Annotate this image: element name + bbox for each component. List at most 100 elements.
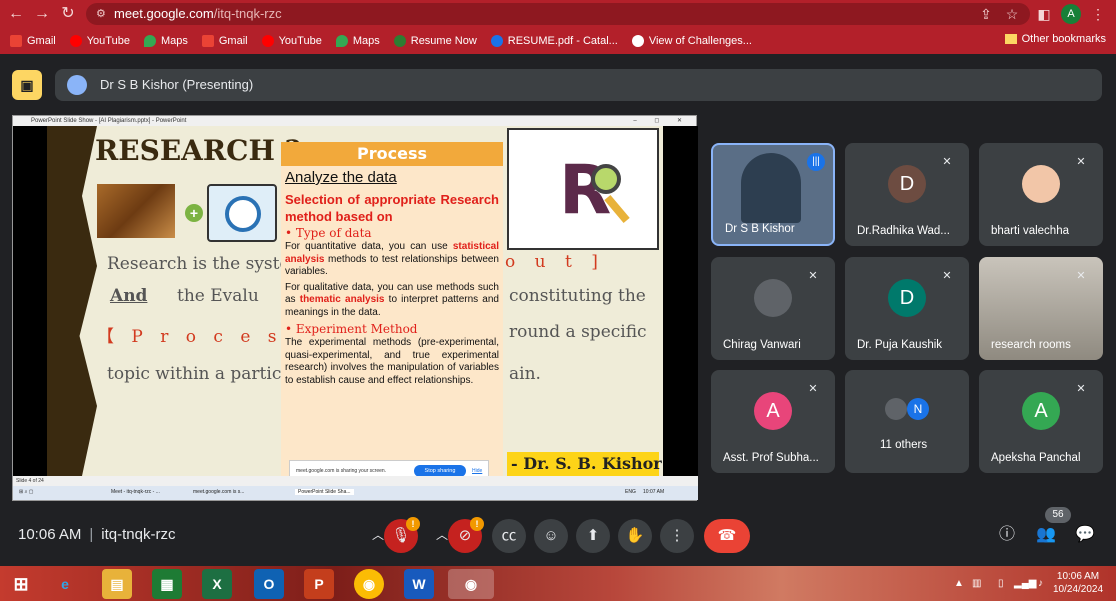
captions-button[interactable]: ㏄ (492, 519, 526, 553)
pdf-icon (490, 35, 503, 47)
reactions-button[interactable]: ☺ (534, 519, 568, 553)
leave-call-button[interactable]: ☎ (704, 519, 750, 553)
bookmark-item[interactable]: Resume Now (393, 35, 477, 47)
slide-author: - Dr. S. B. Kishor (507, 452, 662, 476)
bookmark-item[interactable]: Gmail (10, 35, 56, 47)
mic-off-icon: ✕ (808, 270, 818, 282)
sidebar-icon[interactable]: ◧ (1034, 4, 1054, 24)
shared-lang: ENG (625, 489, 636, 495)
clock-image (207, 184, 277, 242)
ppt-title-bar: PowerPoint Slide Show - [AI Plagiarism.p… (13, 116, 696, 126)
powerpoint-icon[interactable]: P (304, 569, 334, 599)
share-icon[interactable]: ⇪ (976, 4, 996, 24)
slide-heading: RESEARCH ? (95, 134, 302, 167)
audio-options-chevron-icon[interactable]: ︿ (372, 526, 384, 543)
bookmark-star-icon[interactable]: ☆ (1002, 4, 1022, 24)
network-icon[interactable]: ▥ (972, 578, 981, 589)
present-button[interactable]: ⬆ (576, 519, 610, 553)
other-bookmarks[interactable]: Other bookmarks (1004, 33, 1106, 45)
participant-tile[interactable]: ✕ bharti valechha (979, 143, 1103, 246)
start-icon: ⊞ ⌕ ▢ (19, 489, 34, 495)
bookmark-label: Gmail (27, 35, 56, 47)
stop-sharing-button[interactable]: Stop sharing (414, 465, 466, 476)
windows-taskbar: ⊞ e ▤ ▦ X O P ◉ W ◉ ▲ ▥ ▯ ▂▄▆ ♪ 10:06 AM… (0, 566, 1116, 601)
signal-icon[interactable]: ▂▄▆ (1014, 578, 1036, 589)
volume-icon[interactable]: ♪ (1038, 578, 1043, 589)
participant-avatar: A (1022, 392, 1060, 430)
people-icon[interactable]: 👥 (1035, 524, 1057, 546)
participant-tile[interactable]: ✕ research rooms (979, 257, 1103, 360)
meeting-info: 10:06 AM | itq-tnqk-rzc (18, 526, 175, 543)
meeting-code: itq-tnqk-rzc (101, 526, 176, 543)
system-clock[interactable]: 10:06 AM 10/24/2024 (1053, 570, 1103, 596)
chrome-icon[interactable]: ◉ (354, 569, 384, 599)
bookmark-item[interactable]: RESUME.pdf - Catal... (490, 35, 618, 47)
file-explorer-icon[interactable]: ▤ (102, 569, 132, 599)
store-icon[interactable]: ▦ (152, 569, 182, 599)
research-logo: R (507, 128, 659, 250)
word-icon[interactable]: W (404, 569, 434, 599)
excel-icon[interactable]: X (202, 569, 232, 599)
presenter-bar: Dr S B Kishor (Presenting) (55, 69, 1102, 101)
reload-icon[interactable]: ↻ (58, 4, 78, 24)
bg-text-and: And (110, 286, 148, 306)
chrome-active-icon[interactable]: ◉ (448, 569, 494, 599)
raise-hand-button[interactable]: ✋ (618, 519, 652, 553)
bookmark-item[interactable]: Maps (335, 35, 380, 47)
more-options-button[interactable]: ⋮ (660, 519, 694, 553)
participant-tile[interactable]: ✕ A Apeksha Panchal (979, 370, 1103, 473)
windows-start-icon[interactable]: ⊞ (6, 569, 36, 599)
mic-off-icon: ✕ (1076, 156, 1086, 168)
forward-icon[interactable]: → (32, 4, 52, 24)
bookmark-label: RESUME.pdf - Catal... (507, 35, 618, 47)
bookmark-item[interactable]: YouTube (261, 35, 322, 47)
participant-photo (754, 279, 792, 317)
present-icon: ⬆ (586, 527, 600, 544)
clock-date: 10/24/2024 (1053, 584, 1104, 595)
participant-tile[interactable]: ||| Dr S B Kishor (711, 143, 835, 246)
bookmark-item[interactable]: YouTube (69, 35, 130, 47)
mic-off-icon: ✕ (942, 156, 952, 168)
participant-name: Dr S B Kishor (725, 223, 795, 235)
presenter-avatar (67, 75, 87, 95)
mic-off-icon: ✕ (1076, 383, 1086, 395)
plus-icon: + (185, 204, 203, 222)
sharing-message: meet.google.com is sharing your screen. (296, 468, 387, 474)
sharing-notification: meet.google.com is sharing your screen. … (289, 460, 489, 476)
bg-text-line1: Research is the syste (107, 254, 290, 274)
participant-tile[interactable]: ✕ D Dr. Puja Kaushik (845, 257, 969, 360)
bg-text-line1-red: o u t ] (505, 252, 605, 272)
bookmark-item[interactable]: Maps (143, 35, 188, 47)
chat-icon[interactable]: 💬 (1074, 524, 1096, 546)
others-tile[interactable]: N 11 others (845, 370, 969, 473)
globe-icon (631, 35, 644, 47)
battery-icon[interactable]: ▯ (998, 578, 1004, 589)
bullet-type-of-data: • Type of data (285, 226, 372, 240)
participant-tile[interactable]: ✕ A Asst. Prof Subha... (711, 370, 835, 473)
info-icon[interactable]: ⓘ (996, 524, 1018, 546)
maps-icon (143, 35, 156, 47)
video-options-chevron-icon[interactable]: ︿ (436, 526, 448, 543)
tray-chevron-icon[interactable]: ▲ (954, 578, 964, 589)
address-bar[interactable]: ⚙ meet.google.com/itq-tnqk-rzc (86, 3, 1030, 25)
hide-link[interactable]: Hide (472, 468, 482, 474)
folder-icon (1004, 34, 1017, 44)
quant-text-a: For quantitative data, you can use (285, 241, 453, 252)
bookmark-item[interactable]: Gmail (201, 35, 248, 47)
books-image (97, 184, 175, 238)
outlook-icon[interactable]: O (254, 569, 284, 599)
shared-taskbar: ⊞ ⌕ ▢ Meet - itq-tnqk-rzc - ... meet.goo… (13, 486, 698, 500)
participant-tile[interactable]: ✕ Chirag Vanwari (711, 257, 835, 360)
bg-text-line2: the Evalu (177, 286, 259, 306)
menu-icon[interactable]: ⋮ (1088, 4, 1108, 24)
presentation-icon[interactable]: ▣ (12, 70, 42, 100)
bookmark-label: Maps (352, 35, 380, 47)
participant-name: research rooms (991, 339, 1071, 351)
ie-icon[interactable]: e (50, 569, 80, 599)
profile-avatar[interactable]: A (1061, 4, 1081, 24)
participant-tile[interactable]: ✕ D Dr.Radhika Wad... (845, 143, 969, 246)
bookmark-item[interactable]: View of Challenges... (631, 35, 752, 47)
back-icon[interactable]: ← (6, 4, 26, 24)
camera-warning-icon: ! (470, 517, 484, 531)
site-info-icon[interactable]: ⚙ (96, 7, 108, 21)
